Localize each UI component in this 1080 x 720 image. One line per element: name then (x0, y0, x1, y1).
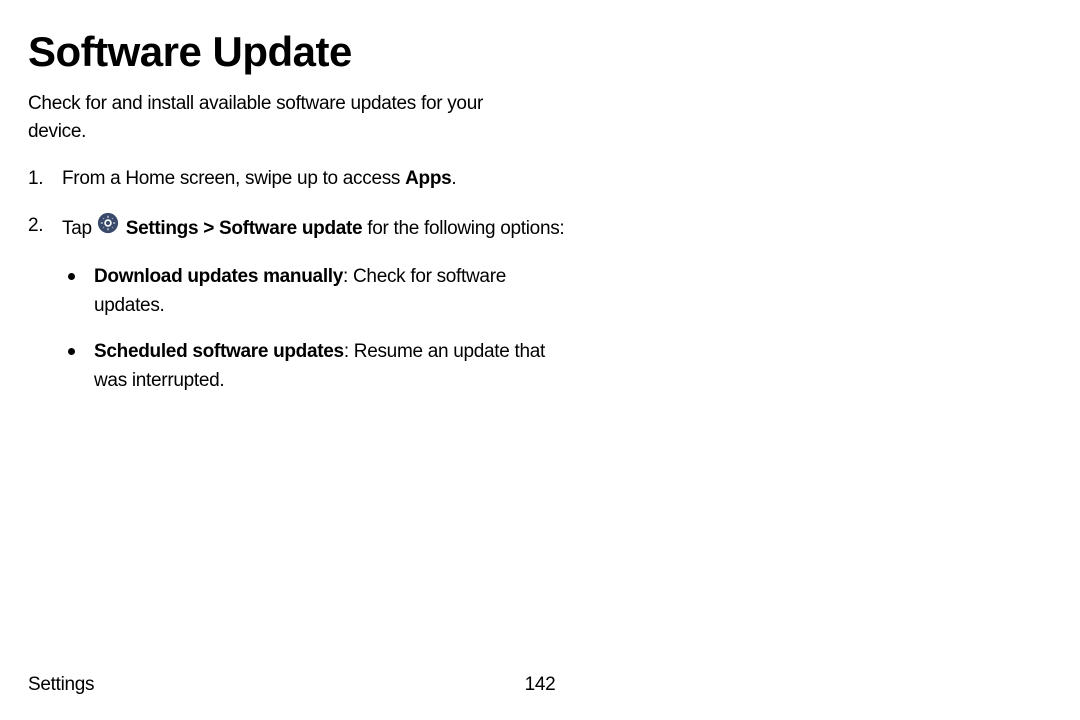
step-1-bold: Apps (405, 168, 451, 189)
step-2-breadcrumb: Settings > Software update (126, 217, 363, 238)
option-2-bold: Scheduled software updates (94, 341, 344, 362)
option-1-bold: Download updates manually (94, 266, 343, 287)
option-1: Download updates manually: Check for sof… (68, 263, 568, 320)
step-1: From a Home screen, swipe up to access A… (28, 165, 568, 194)
step-1-suffix: . (451, 168, 456, 189)
step-2: Tap Settings > Software update for the f… (28, 212, 568, 396)
option-2: Scheduled software updates: Resume an up… (68, 338, 568, 395)
settings-icon (97, 212, 119, 244)
footer: Settings 142 (28, 674, 1052, 696)
options-list: Download updates manually: Check for sof… (68, 263, 568, 395)
intro-text: Check for and install available software… (28, 90, 538, 145)
steps-list: From a Home screen, swipe up to access A… (28, 165, 568, 395)
step-1-prefix: From a Home screen, swipe up to access (62, 168, 405, 189)
footer-section: Settings (28, 674, 94, 696)
step-2-suffix: for the following options: (362, 217, 564, 238)
step-2-prefix: Tap (62, 217, 97, 238)
page-title: Software Update (28, 28, 1052, 76)
footer-page-number: 142 (525, 674, 556, 696)
